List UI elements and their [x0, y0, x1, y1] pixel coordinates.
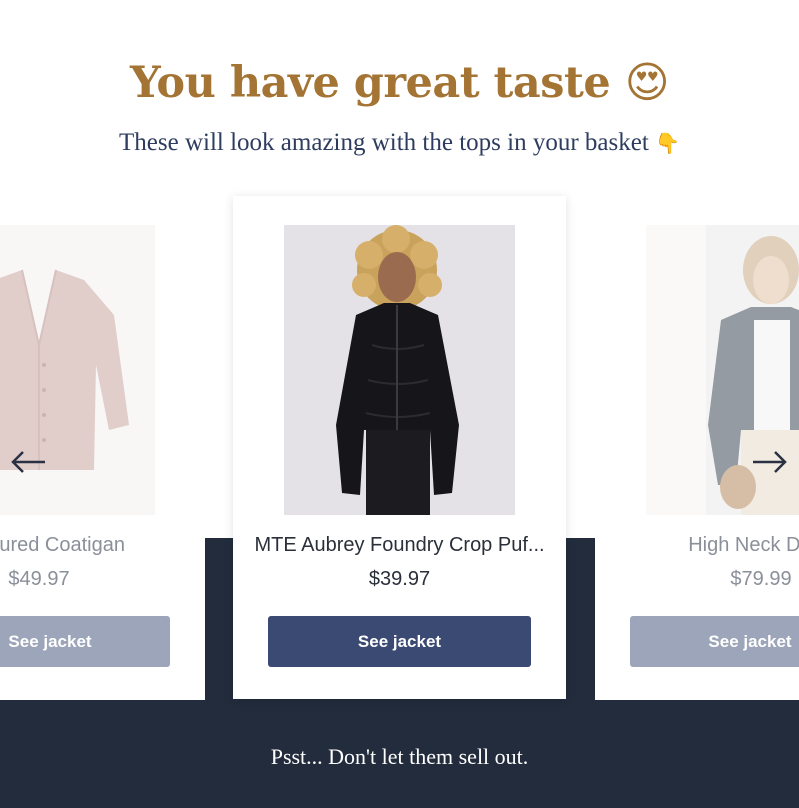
- footer-message: Psst... Don't let them sell out.: [270, 744, 529, 769]
- product-price: $79.99: [730, 568, 792, 590]
- product-image[interactable]: [284, 225, 515, 515]
- see-jacket-button[interactable]: See jacket: [630, 616, 799, 667]
- carousel-next-button[interactable]: [749, 447, 789, 477]
- product-carousel: l Textured Coatigan $49.97 See jacket: [0, 0, 799, 808]
- arrow-right-icon: [753, 451, 787, 473]
- product-name[interactable]: High Neck Denir: [595, 534, 799, 557]
- see-jacket-button[interactable]: See jacket: [268, 616, 531, 667]
- product-price: $49.97: [8, 568, 70, 590]
- puffer-jacket-icon: [284, 225, 515, 515]
- product-name[interactable]: l Textured Coatigan: [0, 534, 205, 557]
- arrow-left-icon: [11, 451, 45, 473]
- product-price: $39.97: [368, 568, 431, 590]
- product-card-active: MTE Aubrey Foundry Crop Puf... $39.97 Se…: [233, 196, 566, 699]
- product-name[interactable]: MTE Aubrey Foundry Crop Puf...: [233, 534, 566, 557]
- carousel-prev-button[interactable]: [9, 447, 49, 477]
- see-jacket-button[interactable]: See jacket: [0, 616, 170, 667]
